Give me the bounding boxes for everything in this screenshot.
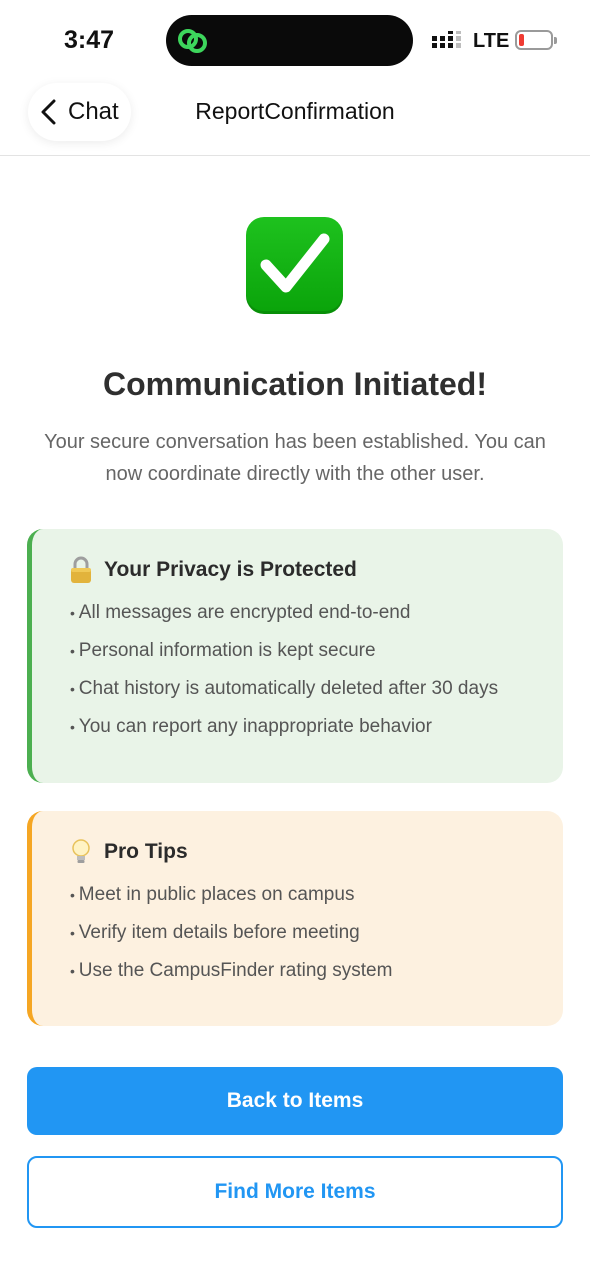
- battery-icon: [515, 30, 557, 50]
- privacy-card-title: Your Privacy is Protected: [104, 558, 357, 581]
- list-item: Meet in public places on campus: [68, 876, 563, 914]
- page-title: ReportConfirmation: [195, 98, 395, 124]
- tips-card-title: Pro Tips: [104, 840, 188, 863]
- tips-list: Meet in public places on campus Verify i…: [68, 876, 563, 990]
- lightbulb-icon: [72, 839, 90, 863]
- privacy-list: All messages are encrypted end-to-end Pe…: [68, 594, 563, 746]
- list-item: Use the CampusFinder rating system: [68, 952, 563, 990]
- confirmation-subtext: Your secure conversation has been establ…: [44, 431, 546, 485]
- navigation-bar: Chat ReportConfirmation: [0, 80, 590, 156]
- privacy-card: Your Privacy is Protected All messages a…: [27, 529, 563, 783]
- find-more-items-button[interactable]: Find More Items: [27, 1156, 563, 1228]
- network-type: LTE: [473, 30, 510, 52]
- lock-icon: [71, 556, 91, 583]
- link-icon: [178, 29, 207, 53]
- signal-icon: [432, 31, 461, 48]
- tips-card: Pro Tips Meet in public places on campus…: [27, 811, 563, 1026]
- status-bar: 3:47 LTE: [0, 0, 590, 80]
- confirmation-headline: Communication Initiated!: [103, 366, 487, 402]
- list-item: Verify item details before meeting: [68, 914, 563, 952]
- battery-level: [519, 34, 524, 46]
- list-item: Chat history is automatically deleted af…: [68, 670, 563, 708]
- back-to-items-button[interactable]: Back to Items: [27, 1067, 563, 1135]
- list-item: Personal information is kept secure: [68, 632, 563, 670]
- status-time: 3:47: [64, 26, 115, 54]
- list-item: You can report any inappropriate behavio…: [68, 708, 563, 746]
- check-mark-icon: [246, 217, 343, 314]
- list-item: All messages are encrypted end-to-end: [68, 594, 563, 632]
